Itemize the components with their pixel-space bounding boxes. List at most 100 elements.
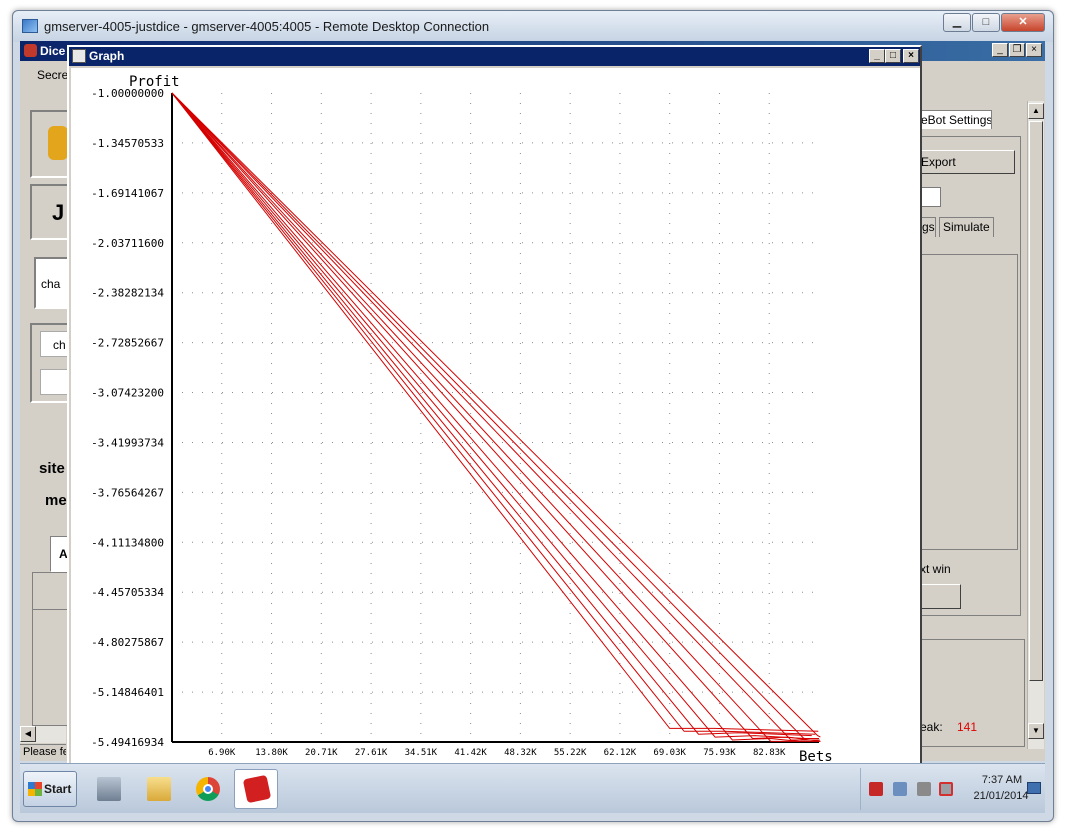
chrome-icon <box>196 777 220 801</box>
x-tick-label: 55.22K <box>554 748 587 758</box>
site-logo-box <box>30 110 70 178</box>
y-tick-label: -4.45705334 <box>91 586 164 599</box>
change-button[interactable]: ch <box>40 331 70 357</box>
graph-window: Graph _ □ × -1.00000000 -1.34570533 -1.691… <box>67 45 922 769</box>
vertical-scrollbar[interactable]: ▲ ▼ <box>1027 101 1044 749</box>
y-tick-label: -4.11134800 <box>91 536 164 549</box>
rdp-maximize-button[interactable]: □ <box>972 13 1000 32</box>
y-tick-label: -2.72852667 <box>91 337 164 350</box>
change-button-label: ch <box>53 338 66 352</box>
rdp-titlebar[interactable]: gmserver-4005-justdice - gmserver-4005:4… <box>13 11 1053 42</box>
start-label: Start <box>44 782 72 796</box>
x-tick-label: 69.03K <box>653 748 686 758</box>
x-tick-label: 34.51K <box>405 748 438 758</box>
scroll-thumb[interactable] <box>1029 121 1043 681</box>
x-tick-label: 13.80K <box>255 748 288 758</box>
streak-label: eak: <box>920 720 943 734</box>
y-tick-label: -2.38282134 <box>91 287 164 300</box>
y-tick-label: -4.80275867 <box>91 636 164 649</box>
y-tick-label: -1.34570533 <box>91 137 164 150</box>
y-tick-label: -3.41993734 <box>91 436 164 449</box>
y-tick-label: -5.49416934 <box>91 736 164 749</box>
taskbar: Start 7:37 AM 21/01/2014 <box>20 763 1045 813</box>
streak-value: 141 <box>957 720 978 734</box>
y-tick-label: -3.76564267 <box>91 486 164 499</box>
left-list-divider <box>33 609 71 610</box>
windows-logo-icon <box>28 782 42 796</box>
scroll-down-arrow-icon[interactable]: ▼ <box>1028 723 1044 739</box>
dicebot-close-button[interactable]: × <box>1026 43 1042 57</box>
clock-time[interactable]: 7:37 AM <box>971 774 1033 786</box>
x-tick-label: 48.32K <box>504 748 537 758</box>
chrome-center-icon <box>203 784 213 794</box>
tab-dicebot-settings[interactable]: eBot Settings <box>918 110 992 129</box>
taskbar-chrome[interactable] <box>185 769 229 809</box>
remote-desktop-icon <box>22 19 38 33</box>
profit-series-line-5 <box>171 92 799 742</box>
tick-layer: -1.00000000-1.34570533-1.69141067-2.0371… <box>91 87 786 758</box>
site-logo <box>48 126 68 160</box>
rdp-minimize-button[interactable]: ▁ <box>943 13 971 32</box>
change-field-box[interactable]: cha <box>34 257 70 309</box>
dice-icon <box>24 44 37 57</box>
rdp-close-button[interactable]: ✕ <box>1001 13 1045 32</box>
axes-layer <box>171 93 819 743</box>
x-tick-label: 6.90K <box>208 748 236 758</box>
x-tick-label: 62.12K <box>604 748 637 758</box>
dice-app-icon <box>242 774 272 804</box>
graph-minimize-button[interactable]: _ <box>869 49 885 63</box>
profit-series-line-10 <box>171 92 821 738</box>
graph-close-button[interactable]: × <box>903 49 919 63</box>
taskbar-explorer[interactable] <box>136 769 180 809</box>
taskbar-server-manager[interactable] <box>86 769 130 809</box>
method-label: me <box>45 492 67 509</box>
site-name-letter: J <box>52 200 65 225</box>
folder-icon <box>147 777 171 801</box>
profit-series-line-3 <box>171 92 812 737</box>
dicebot-restore-button[interactable]: ❐ <box>1009 43 1025 57</box>
tray-dice-icon[interactable] <box>869 782 883 796</box>
taskbar-dicebot[interactable] <box>234 769 278 809</box>
site-label: site <box>39 460 65 477</box>
system-tray: 7:37 AM 21/01/2014 <box>860 768 1044 810</box>
dicebot-menu-item[interactable]: Secre <box>37 68 68 82</box>
dicebot-minimize-button[interactable]: _ <box>992 43 1008 57</box>
export-button[interactable]: Export <box>918 150 1015 174</box>
y-tick-label: -1.69141067 <box>91 187 164 200</box>
left-list-box <box>32 572 71 726</box>
server-manager-icon <box>97 777 121 801</box>
change-buttons-box: ch <box>30 323 70 403</box>
x-tick-label: 20.71K <box>305 748 338 758</box>
x-tick-label: 75.93K <box>703 748 736 758</box>
tray-volume-muted-icon[interactable] <box>939 782 953 796</box>
grid-layer <box>172 93 819 742</box>
profit-chart: -1.00000000-1.34570533-1.69141067-2.0371… <box>91 74 833 765</box>
tab-simulate[interactable]: Simulate <box>939 217 994 237</box>
next-win-label: xt win <box>920 562 951 576</box>
graph-window-title: Graph <box>89 49 125 63</box>
tray-display-icon[interactable] <box>917 782 931 796</box>
dicebot-title: Dice <box>40 44 66 58</box>
start-button[interactable]: Start <box>23 771 77 807</box>
y-axis-label: Profit <box>129 74 180 90</box>
graph-maximize-button[interactable]: □ <box>885 49 901 63</box>
next-win-button[interactable] <box>918 584 961 609</box>
y-tick-label: -2.03711600 <box>91 237 164 250</box>
blank-button[interactable] <box>40 369 70 395</box>
site-name-box: J <box>30 184 70 240</box>
x-tick-label: 82.83K <box>753 748 786 758</box>
scroll-up-arrow-icon[interactable]: ▲ <box>1028 103 1044 119</box>
graph-canvas: -1.00000000 -1.34570533 -1.69141067 -2.0371… <box>71 68 920 767</box>
horizontal-scrollbar[interactable]: ◀ <box>20 726 66 743</box>
graph-titlebar[interactable]: Graph _ □ × <box>69 47 920 66</box>
x-tick-label: 41.42K <box>454 748 487 758</box>
y-tick-label: -5.14846401 <box>91 686 164 699</box>
x-tick-label: 27.61K <box>355 748 388 758</box>
tray-network-icon[interactable] <box>893 782 907 796</box>
simulate-panel <box>918 254 1018 550</box>
scroll-left-arrow-icon[interactable]: ◀ <box>20 726 36 742</box>
profit-series-line-1 <box>171 92 819 732</box>
status-bar: Please fe <box>20 744 66 761</box>
change-label: cha <box>41 277 61 291</box>
show-desktop-icon[interactable] <box>1027 782 1041 794</box>
